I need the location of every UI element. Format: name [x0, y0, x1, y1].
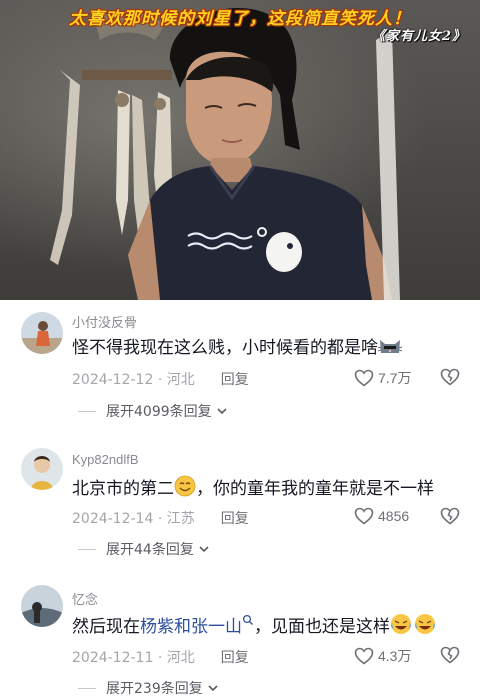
reply-button[interactable]: 回复 [221, 650, 249, 666]
show-title-caption: 《家有儿女2》 [371, 29, 466, 44]
avatar[interactable] [21, 585, 63, 627]
reply-button[interactable]: 回复 [221, 372, 249, 388]
broken-heart-icon [440, 507, 460, 525]
expand-replies-button[interactable]: 展开4099条回复 [78, 401, 228, 421]
broken-heart-icon [440, 368, 460, 386]
comment-text: 怪不得我现在这么贱，小时候看的都是啥 [72, 336, 403, 363]
expand-replies-button[interactable]: 展开44条回复 [78, 539, 210, 559]
expand-replies-label: 展开4099条回复 [106, 404, 212, 420]
like-button[interactable]: 7.7万 [354, 368, 411, 388]
dislike-button[interactable] [440, 368, 460, 390]
comment-location: 江苏 [166, 511, 195, 527]
comment-date: 2024-12-12 [72, 372, 154, 388]
like-count: 4.3万 [378, 648, 412, 664]
comment-meta: 2024-12-11 · 河北 回复 [72, 650, 249, 666]
video-frame-scene [50, 7, 400, 300]
like-button[interactable]: 4.3万 [354, 646, 411, 666]
divider-line [78, 687, 96, 689]
comment-location: 河北 [166, 650, 195, 666]
cat-face-emoji [377, 336, 403, 363]
comment-location: 河北 [166, 372, 195, 388]
comment-text-content: 然后现在 [72, 617, 140, 637]
comment-text: 北京市的第二 ，你的童年我的童年就是不一样 [72, 475, 434, 504]
comment-meta: 2024-12-14 · 江苏 回复 [72, 511, 249, 527]
avatar[interactable] [21, 448, 63, 490]
dislike-button[interactable] [440, 507, 460, 529]
comment-text-content: 北京市的第二 [72, 479, 174, 499]
comment-text-content: 怪不得我现在这么贱，小时候看的都是啥 [72, 338, 378, 358]
like-button[interactable]: 4856 [354, 507, 409, 525]
search-link-label: 杨紫和张一山 [140, 617, 242, 637]
comment-list: 小付没反骨 怪不得我现在这么贱，小时候看的都是啥 2024-12-12 · 河北… [0, 300, 480, 699]
search-icon [242, 614, 253, 625]
laughing-crying-emoji [390, 613, 436, 642]
like-count: 7.7万 [378, 370, 412, 386]
divider-line [78, 548, 96, 550]
avatar[interactable] [21, 312, 63, 354]
video-player[interactable]: 太喜欢那时候的刘星了，这段简直笑死人！ 《家有儿女2》 [0, 0, 480, 300]
reply-button[interactable]: 回复 [221, 511, 249, 527]
like-count: 4856 [378, 508, 410, 524]
chevron-down-icon [217, 408, 227, 415]
chevron-down-icon [208, 685, 218, 692]
expand-replies-label: 展开44条回复 [106, 542, 194, 558]
search-link[interactable]: 杨紫和张一山 [140, 614, 254, 637]
comment-meta: 2024-12-12 · 河北 回复 [72, 372, 249, 388]
heart-outline-icon [354, 647, 374, 665]
expand-replies-button[interactable]: 展开239条回复 [78, 678, 219, 698]
heart-outline-icon [354, 507, 374, 525]
chevron-down-icon [199, 546, 209, 553]
comment-text-content: ，你的童年我的童年就是不一样 [196, 479, 434, 499]
dislike-button[interactable] [440, 646, 460, 668]
broken-heart-icon [440, 646, 460, 664]
comment-text: 然后现在杨紫和张一山 ，见面也还是这样 [72, 613, 436, 642]
comment-date: 2024-12-14 [72, 511, 154, 527]
heart-outline-icon [354, 369, 374, 387]
comment-date: 2024-12-11 [72, 650, 154, 666]
expand-replies-label: 展开239条回复 [106, 681, 203, 697]
smiling-face-emoji [174, 475, 196, 504]
comment-username[interactable]: Kyp82ndlfB [72, 452, 139, 467]
comment-text-content: ，见面也还是这样 [254, 617, 390, 637]
comment-username[interactable]: 忆念 [72, 589, 98, 608]
comment-username[interactable]: 小付没反骨 [72, 312, 137, 331]
divider-line [78, 410, 96, 412]
